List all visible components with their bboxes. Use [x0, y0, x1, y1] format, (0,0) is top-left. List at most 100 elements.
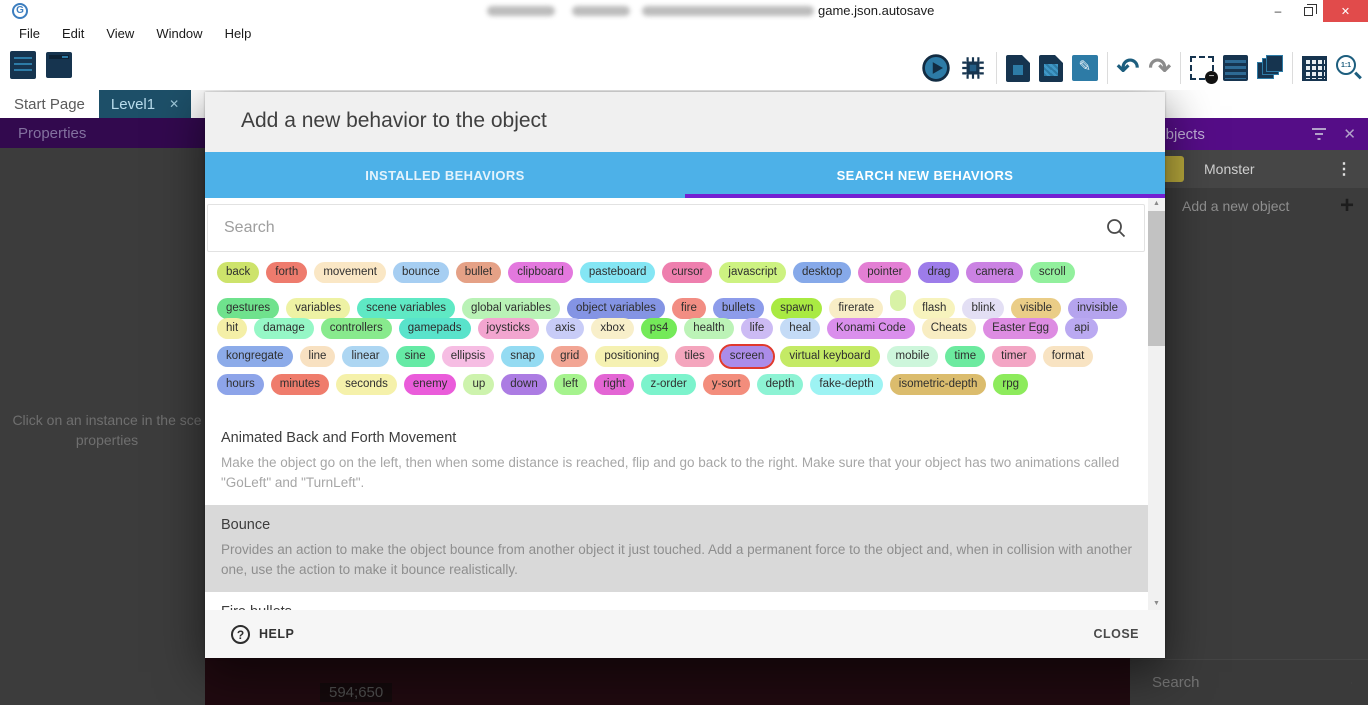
scrollbar-thumb[interactable] [1148, 211, 1165, 346]
tag-chip-snap[interactable]: snap [501, 346, 544, 367]
tab-installed-behaviors[interactable]: INSTALLED BEHAVIORS [205, 152, 685, 198]
menu-window[interactable]: Window [145, 26, 213, 41]
tag-chip-life[interactable]: life [741, 318, 774, 339]
tag-chip-bullet[interactable]: bullet [456, 262, 502, 283]
tag-chip-heal[interactable]: heal [780, 318, 820, 339]
scrollbar-up-arrow[interactable]: ▲ [1148, 198, 1165, 210]
tag-chip-unnamed[interactable] [890, 290, 906, 311]
tag-chip-variables[interactable]: variables [286, 298, 350, 319]
tag-chip-right[interactable]: right [594, 374, 634, 395]
tag-chip-kongregate[interactable]: kongregate [217, 346, 293, 367]
behavior-item-bounce[interactable]: BounceProvides an action to make the obj… [205, 505, 1149, 592]
play-preview-icon[interactable] [922, 54, 950, 82]
tag-chip-api[interactable]: api [1065, 318, 1098, 339]
tag-chip-firerate[interactable]: firerate [829, 298, 883, 319]
instances-list-icon[interactable] [1223, 55, 1248, 81]
behavior-item-fire-bullets[interactable]: Fire bulletsAllow the object to fire bul… [205, 592, 1149, 610]
tag-chip-camera[interactable]: camera [966, 262, 1022, 283]
tag-chip-enemy[interactable]: enemy [404, 374, 457, 395]
behavior-search-input[interactable] [208, 219, 1106, 237]
restore-button[interactable] [1293, 0, 1323, 22]
tag-chip-konami-code[interactable]: Konami Code [827, 318, 915, 339]
objects-panel-close-icon[interactable]: ✕ [1343, 125, 1356, 143]
object-menu-icon[interactable]: ⋮ [1336, 159, 1352, 179]
tag-chip-format[interactable]: format [1043, 346, 1094, 367]
tag-chip-isometric-depth[interactable]: isometric-depth [890, 374, 987, 395]
project-manager-icon[interactable] [10, 51, 36, 79]
tag-chip-desktop[interactable]: desktop [793, 262, 851, 283]
objects-search-input[interactable] [1130, 674, 1351, 691]
behavior-item-animated-back-and-forth-movement[interactable]: Animated Back and Forth MovementMake the… [205, 418, 1149, 505]
tag-chip-hit[interactable]: hit [217, 318, 247, 339]
tag-chip-object-variables[interactable]: object variables [567, 298, 665, 319]
help-button[interactable]: ? HELP [231, 625, 294, 644]
add-object-row[interactable]: Add a new object + [1130, 188, 1368, 224]
tag-chip-rpg[interactable]: rpg [993, 374, 1028, 395]
tag-chip-ellipsis[interactable]: ellipsis [442, 346, 495, 367]
tag-chip-y-sort[interactable]: y-sort [703, 374, 750, 395]
scene-window-icon[interactable] [46, 52, 72, 78]
tag-chip-grid[interactable]: grid [551, 346, 588, 367]
tag-chip-health[interactable]: health [684, 318, 733, 339]
tag-chip-ps4[interactable]: ps4 [641, 318, 678, 339]
tag-chip-bullets[interactable]: bullets [713, 298, 764, 319]
tag-chip-left[interactable]: left [554, 374, 587, 395]
redo-icon[interactable]: ↷ [1148, 55, 1171, 81]
tag-chip-movement[interactable]: movement [314, 262, 386, 283]
tag-chip-controllers[interactable]: controllers [321, 318, 392, 339]
minimize-button[interactable]: – [1263, 0, 1293, 22]
tag-chip-flash[interactable]: flash [913, 298, 955, 319]
tab-close-icon[interactable]: ✕ [169, 97, 179, 111]
tag-chip-scene-variables[interactable]: scene variables [357, 298, 455, 319]
tag-chip-depth[interactable]: depth [757, 374, 804, 395]
filter-icon[interactable] [1311, 128, 1327, 140]
close-window-button[interactable]: ✕ [1323, 0, 1368, 22]
tag-chip-javascript[interactable]: javascript [719, 262, 786, 283]
dialog-scrollbar[interactable]: ▲ ▼ [1148, 198, 1165, 610]
tag-chip-mobile[interactable]: mobile [887, 346, 939, 367]
debug-icon[interactable] [959, 54, 987, 82]
tag-chip-sine[interactable]: sine [396, 346, 435, 367]
tag-chip-time[interactable]: time [945, 346, 985, 367]
delete-selection-icon[interactable]: − [1190, 56, 1214, 80]
tag-chip-pointer[interactable]: pointer [858, 262, 911, 283]
tag-chip-positioning[interactable]: positioning [595, 346, 668, 367]
tag-chip-screen[interactable]: screen [721, 346, 774, 367]
tag-chip-up[interactable]: up [463, 374, 494, 395]
close-dialog-button[interactable]: CLOSE [1093, 627, 1139, 641]
tag-chip-timer[interactable]: timer [992, 346, 1036, 367]
zoom-1-1-icon[interactable]: 1:1 [1336, 55, 1362, 81]
tag-chip-cursor[interactable]: cursor [662, 262, 712, 283]
tag-chip-spawn[interactable]: spawn [771, 298, 822, 319]
tag-chip-easter-egg[interactable]: Easter Egg [983, 318, 1058, 339]
tag-chip-virtual-keyboard[interactable]: virtual keyboard [780, 346, 879, 367]
tag-chip-axis[interactable]: axis [546, 318, 584, 339]
menu-file[interactable]: File [8, 26, 51, 41]
menu-edit[interactable]: Edit [51, 26, 95, 41]
undo-icon[interactable]: ↶ [1117, 55, 1140, 81]
tag-chip-forth[interactable]: forth [266, 262, 307, 283]
tag-chip-z-order[interactable]: z-order [641, 374, 695, 395]
tag-chip-minutes[interactable]: minutes [271, 374, 329, 395]
tag-chip-invisible[interactable]: invisible [1068, 298, 1127, 319]
tag-chip-global-variables[interactable]: global variables [462, 298, 560, 319]
tag-chip-fire[interactable]: fire [672, 298, 706, 319]
tag-chip-scroll[interactable]: scroll [1030, 262, 1075, 283]
tag-chip-pasteboard[interactable]: pasteboard [580, 262, 656, 283]
objects-document-icon[interactable] [1039, 55, 1063, 82]
tag-chip-gamepads[interactable]: gamepads [399, 318, 471, 339]
tag-chip-damage[interactable]: damage [254, 318, 314, 339]
tag-chip-seconds[interactable]: seconds [336, 374, 397, 395]
tag-chip-cheats[interactable]: Cheats [922, 318, 976, 339]
tag-chip-tiles[interactable]: tiles [675, 346, 713, 367]
tag-chip-bounce[interactable]: bounce [393, 262, 449, 283]
tag-chip-gestures[interactable]: gestures [217, 298, 279, 319]
tag-chip-drag[interactable]: drag [918, 262, 959, 283]
plus-icon[interactable]: + [1340, 192, 1354, 220]
layers-icon[interactable] [1257, 55, 1283, 81]
scrollbar-down-arrow[interactable]: ▼ [1148, 598, 1165, 610]
tag-chip-joysticks[interactable]: joysticks [478, 318, 539, 339]
export-project-icon[interactable] [1006, 55, 1030, 82]
tab-search-new-behaviors[interactable]: SEARCH NEW BEHAVIORS [685, 152, 1165, 198]
menu-view[interactable]: View [95, 26, 145, 41]
